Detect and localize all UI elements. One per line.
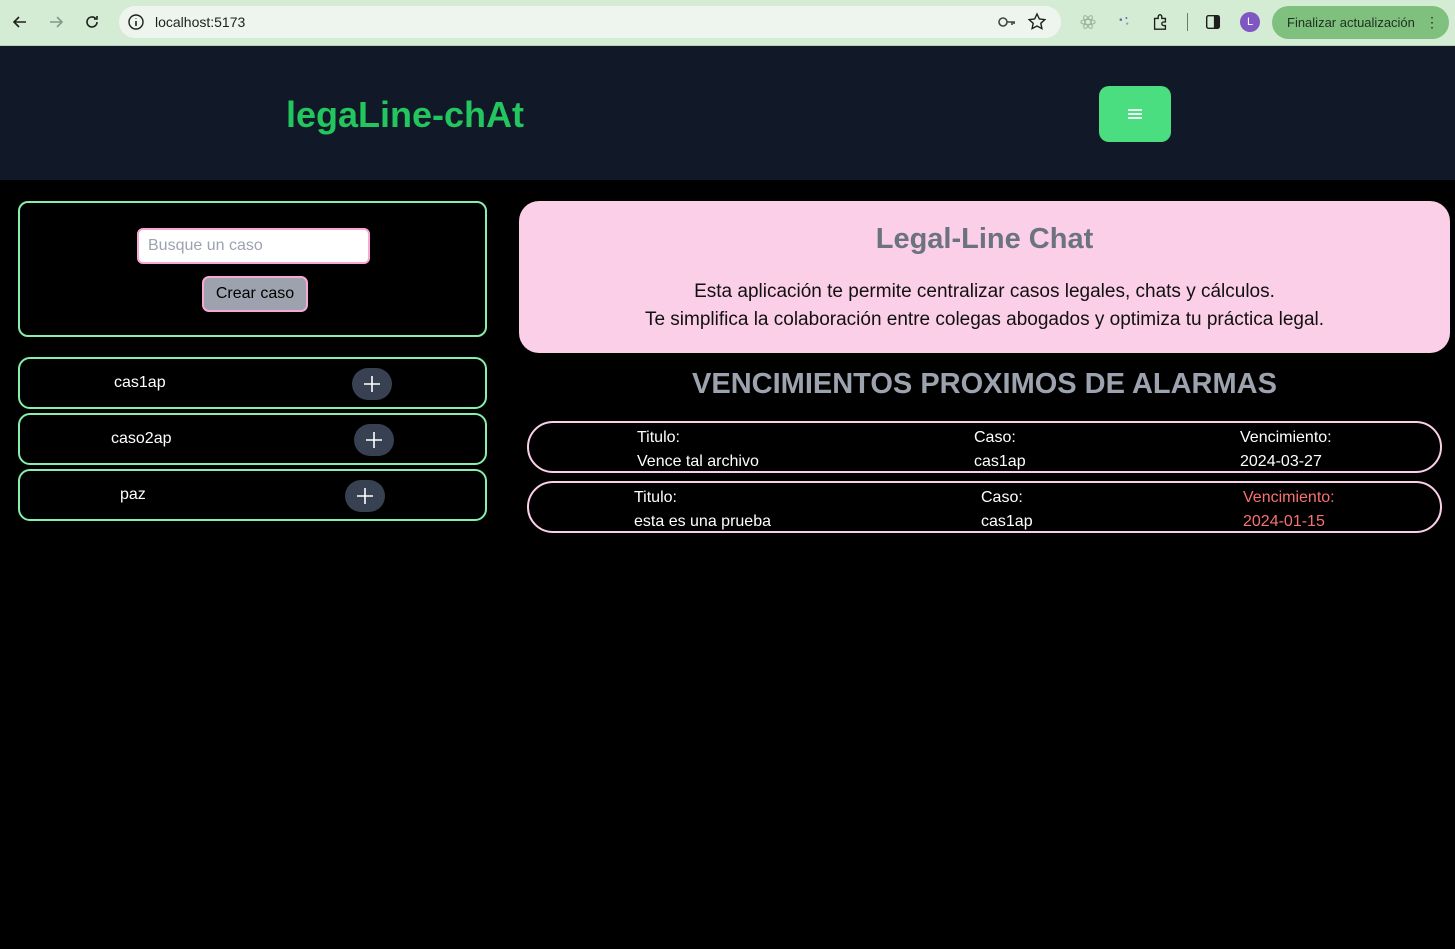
- hamburger-icon: [1128, 109, 1142, 119]
- plus-icon: [364, 376, 380, 392]
- plus-icon: [366, 432, 382, 448]
- address-bar[interactable]: localhost:5173: [119, 6, 1061, 38]
- url-text: localhost:5173: [155, 14, 246, 30]
- key-icon[interactable]: [997, 13, 1017, 31]
- site-info-icon[interactable]: [127, 13, 145, 31]
- alarm-case-value: cas1ap: [981, 513, 1033, 530]
- banner-title: Legal-Line Chat: [875, 223, 1094, 255]
- banner-text-line-1: Esta aplicación te permite centralizar c…: [694, 281, 1275, 302]
- alarm-title-value: esta es una prueba: [634, 513, 771, 530]
- alarm-title-label: Titulo:: [634, 489, 677, 506]
- alarm-case-label: Caso:: [974, 429, 1016, 446]
- case-list-item[interactable]: paz: [18, 469, 487, 521]
- case-name: paz: [120, 486, 146, 503]
- hamburger-menu-button[interactable]: [1099, 86, 1171, 142]
- case-name: cas1ap: [114, 374, 166, 391]
- alarm-title-value: Vence tal archivo: [637, 453, 759, 470]
- alarm-due-label: Vencimiento:: [1240, 429, 1332, 446]
- alarm-due-cell: Vencimiento: 2024-03-27: [1240, 426, 1332, 474]
- finish-update-label: Finalizar actualización: [1287, 15, 1415, 30]
- alarm-row[interactable]: Titulo: Vence tal archivo Caso: cas1ap V…: [527, 421, 1442, 473]
- plus-icon: [357, 488, 373, 504]
- app-header: legaLine-chAt: [0, 46, 1455, 180]
- alarm-row[interactable]: Titulo: esta es una prueba Caso: cas1ap …: [527, 481, 1442, 533]
- browser-toolbar: localhost:5173 L Finalizar actualización…: [0, 0, 1455, 46]
- react-devtools-icon[interactable]: [1078, 12, 1098, 32]
- bookmark-star-icon[interactable]: [1027, 12, 1047, 32]
- banner-text-line-2: Te simplifica la colaboración entre cole…: [644, 309, 1325, 330]
- profile-avatar[interactable]: L: [1240, 12, 1260, 32]
- alarms-heading: VENCIMIENTOS PROXIMOS DE ALARMAS: [692, 368, 1277, 400]
- forward-icon[interactable]: [45, 11, 67, 33]
- alarm-title-cell: Titulo: esta es una prueba: [634, 486, 771, 534]
- finish-update-button[interactable]: Finalizar actualización ⋮: [1272, 6, 1449, 39]
- alarm-title-label: Titulo:: [637, 429, 680, 446]
- alarm-case-label: Caso:: [981, 489, 1023, 506]
- case-list-item[interactable]: cas1ap: [18, 357, 487, 409]
- create-case-button[interactable]: Crear caso: [202, 276, 308, 312]
- extension-sparkle-icon[interactable]: [1114, 12, 1134, 32]
- welcome-banner: Legal-Line Chat Esta aplicación te permi…: [519, 201, 1450, 353]
- alarm-due-value: 2024-01-15: [1243, 513, 1325, 530]
- reload-icon[interactable]: [81, 11, 103, 33]
- add-to-case-button[interactable]: [345, 480, 385, 512]
- toolbar-divider: [1187, 13, 1188, 31]
- alarm-case-cell: Caso: cas1ap: [981, 486, 1033, 534]
- case-list-item[interactable]: caso2ap: [18, 413, 487, 465]
- case-name: caso2ap: [111, 430, 172, 447]
- case-search-panel: Crear caso: [18, 201, 487, 337]
- alarm-due-cell-overdue: Vencimiento: 2024-01-15: [1243, 486, 1335, 534]
- alarm-due-label: Vencimiento:: [1243, 489, 1335, 506]
- alarm-case-cell: Caso: cas1ap: [974, 426, 1026, 474]
- alarm-title-cell: Titulo: Vence tal archivo: [637, 426, 759, 474]
- more-vert-icon[interactable]: ⋮: [1425, 14, 1439, 31]
- back-icon[interactable]: [9, 11, 31, 33]
- extensions-puzzle-icon[interactable]: [1150, 12, 1170, 32]
- add-to-case-button[interactable]: [352, 368, 392, 400]
- add-to-case-button[interactable]: [354, 424, 394, 456]
- alarm-due-value: 2024-03-27: [1240, 453, 1322, 470]
- side-panel-icon[interactable]: [1203, 12, 1223, 32]
- case-search-input[interactable]: [137, 228, 370, 264]
- brand-title: legaLine-chAt: [286, 94, 525, 135]
- alarm-case-value: cas1ap: [974, 453, 1026, 470]
